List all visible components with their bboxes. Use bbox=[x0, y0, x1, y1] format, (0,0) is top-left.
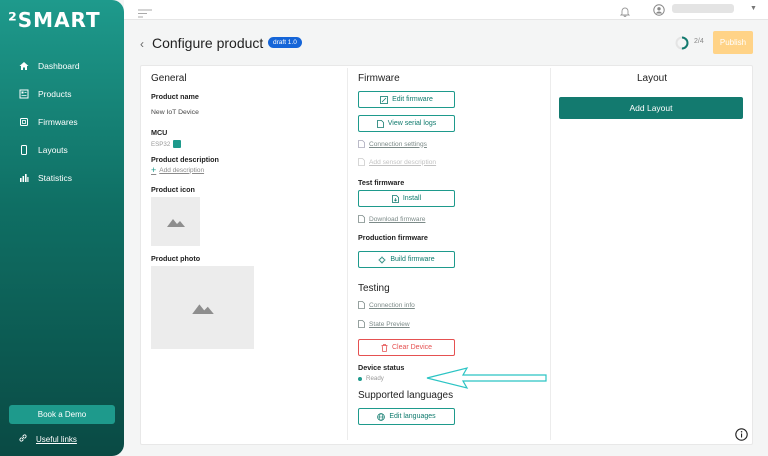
back-arrow-icon[interactable]: ‹ bbox=[140, 37, 144, 51]
connection-settings-label: Connection settings bbox=[369, 140, 427, 148]
sidebar-nav: Dashboard Products Firmwares Layouts Sta… bbox=[0, 52, 124, 192]
user-name-blurred bbox=[672, 4, 734, 13]
sidebar-item-label: Firmwares bbox=[38, 117, 78, 127]
add-sensor-description-label: Add sensor description bbox=[369, 158, 437, 166]
sidebar-item-label: Products bbox=[38, 89, 72, 99]
general-heading: General bbox=[151, 73, 187, 84]
sidebar-item-layouts[interactable]: Layouts bbox=[0, 136, 124, 164]
testing-heading: Testing bbox=[358, 283, 390, 294]
product-icon-label: Product icon bbox=[151, 185, 195, 194]
link-icon bbox=[18, 433, 28, 445]
connection-settings-link[interactable]: Connection settings bbox=[358, 140, 427, 148]
mcu-value: ESP32 bbox=[151, 141, 171, 148]
product-icon-placeholder[interactable] bbox=[151, 197, 200, 246]
status-dot-icon bbox=[358, 376, 362, 381]
annotation-arrow-icon bbox=[426, 367, 547, 389]
sidebar-item-firmwares[interactable]: Firmwares bbox=[0, 108, 124, 136]
bell-icon[interactable] bbox=[619, 4, 631, 22]
progress-ring-icon bbox=[675, 36, 689, 50]
state-preview-label: State Preview bbox=[369, 320, 410, 328]
page-title: Configure product bbox=[152, 35, 264, 51]
clear-device-label: Clear Device bbox=[391, 344, 433, 351]
sidebar-item-products[interactable]: Products bbox=[0, 80, 124, 108]
edit-firmware-label: Edit firmware bbox=[392, 96, 433, 103]
app-logo[interactable]: ²SMART bbox=[8, 8, 101, 32]
book-demo-button[interactable]: Book a Demo bbox=[9, 405, 115, 424]
document-icon bbox=[358, 158, 365, 166]
top-bar: ▼ bbox=[124, 0, 768, 20]
progress-text: 2/4 bbox=[694, 38, 704, 45]
draft-badge: draft 1.0 bbox=[268, 37, 302, 48]
image-placeholder-icon bbox=[166, 218, 185, 227]
connection-info-link[interactable]: Connection info bbox=[358, 301, 415, 309]
add-layout-button[interactable]: Add Layout bbox=[559, 97, 743, 119]
firmware-heading: Firmware bbox=[358, 73, 400, 84]
sidebar-item-dashboard[interactable]: Dashboard bbox=[0, 52, 124, 80]
sidebar: ²SMART Dashboard Products Firmwares Layo… bbox=[0, 0, 124, 456]
chevron-down-icon[interactable]: ▼ bbox=[750, 5, 757, 12]
sidebar-item-label: Layouts bbox=[38, 145, 68, 155]
state-preview-link[interactable]: State Preview bbox=[358, 320, 410, 328]
device-status-label: Device status bbox=[358, 363, 405, 372]
layouts-icon bbox=[18, 144, 30, 156]
column-divider bbox=[347, 68, 348, 440]
supported-languages-heading: Supported languages bbox=[358, 390, 454, 401]
build-icon bbox=[378, 256, 386, 264]
view-serial-logs-label: View serial logs bbox=[387, 120, 437, 127]
build-firmware-label: Build firmware bbox=[390, 256, 435, 263]
sidebar-item-label: Dashboard bbox=[38, 61, 80, 71]
test-firmware-label: Test firmware bbox=[358, 178, 405, 187]
trash-icon bbox=[381, 343, 388, 352]
install-button[interactable]: Install bbox=[358, 190, 455, 207]
view-serial-logs-button[interactable]: View serial logs bbox=[358, 115, 455, 132]
plus-icon: + bbox=[151, 165, 157, 175]
useful-links[interactable]: Useful links bbox=[18, 433, 77, 445]
document-icon bbox=[358, 320, 365, 328]
globe-icon bbox=[377, 412, 386, 421]
install-label: Install bbox=[402, 195, 422, 202]
statistics-icon bbox=[18, 172, 30, 184]
sidebar-item-statistics[interactable]: Statistics bbox=[0, 164, 124, 192]
product-photo-label: Product photo bbox=[151, 254, 201, 263]
mcu-label: MCU bbox=[151, 128, 168, 137]
production-firmware-label: Production firmware bbox=[358, 233, 428, 242]
edit-icon bbox=[380, 95, 388, 104]
column-divider bbox=[550, 68, 551, 440]
publish-button[interactable]: Publish bbox=[713, 31, 753, 54]
add-description-link[interactable]: + Add description bbox=[151, 165, 204, 175]
device-status: Ready bbox=[358, 375, 384, 382]
connection-info-label: Connection info bbox=[369, 301, 415, 309]
product-photo-placeholder[interactable] bbox=[151, 266, 254, 349]
product-name-label: Product name bbox=[151, 92, 199, 101]
sidebar-item-label: Statistics bbox=[38, 173, 73, 183]
document-icon bbox=[358, 301, 365, 309]
build-firmware-button[interactable]: Build firmware bbox=[358, 251, 455, 268]
edit-firmware-button[interactable]: Edit firmware bbox=[358, 91, 455, 108]
useful-links-label: Useful links bbox=[36, 434, 77, 444]
device-status-value: Ready bbox=[366, 375, 384, 382]
clear-device-button[interactable]: Clear Device bbox=[358, 339, 455, 356]
user-icon[interactable] bbox=[653, 3, 665, 21]
firmware-icon bbox=[18, 116, 30, 128]
document-icon bbox=[376, 119, 384, 128]
download-icon bbox=[358, 215, 365, 223]
layout-heading: Layout bbox=[637, 73, 668, 84]
image-placeholder-icon bbox=[191, 303, 214, 314]
add-description-label: Add description bbox=[159, 166, 205, 174]
install-icon bbox=[391, 194, 399, 203]
edit-languages-button[interactable]: Edit languages bbox=[358, 408, 455, 425]
info-icon[interactable] bbox=[735, 428, 748, 446]
home-icon bbox=[18, 60, 30, 72]
edit-languages-label: Edit languages bbox=[389, 413, 436, 420]
download-firmware-label: Download firmware bbox=[369, 215, 426, 223]
products-icon bbox=[18, 88, 30, 100]
add-sensor-description-link[interactable]: Add sensor description bbox=[358, 158, 436, 166]
document-icon bbox=[358, 140, 365, 148]
product-name-value[interactable]: New IoT Device bbox=[151, 109, 199, 116]
chip-icon bbox=[173, 140, 181, 148]
product-description-label: Product description bbox=[151, 155, 219, 164]
menu-icon[interactable] bbox=[138, 5, 152, 23]
download-firmware-link[interactable]: Download firmware bbox=[358, 215, 425, 223]
